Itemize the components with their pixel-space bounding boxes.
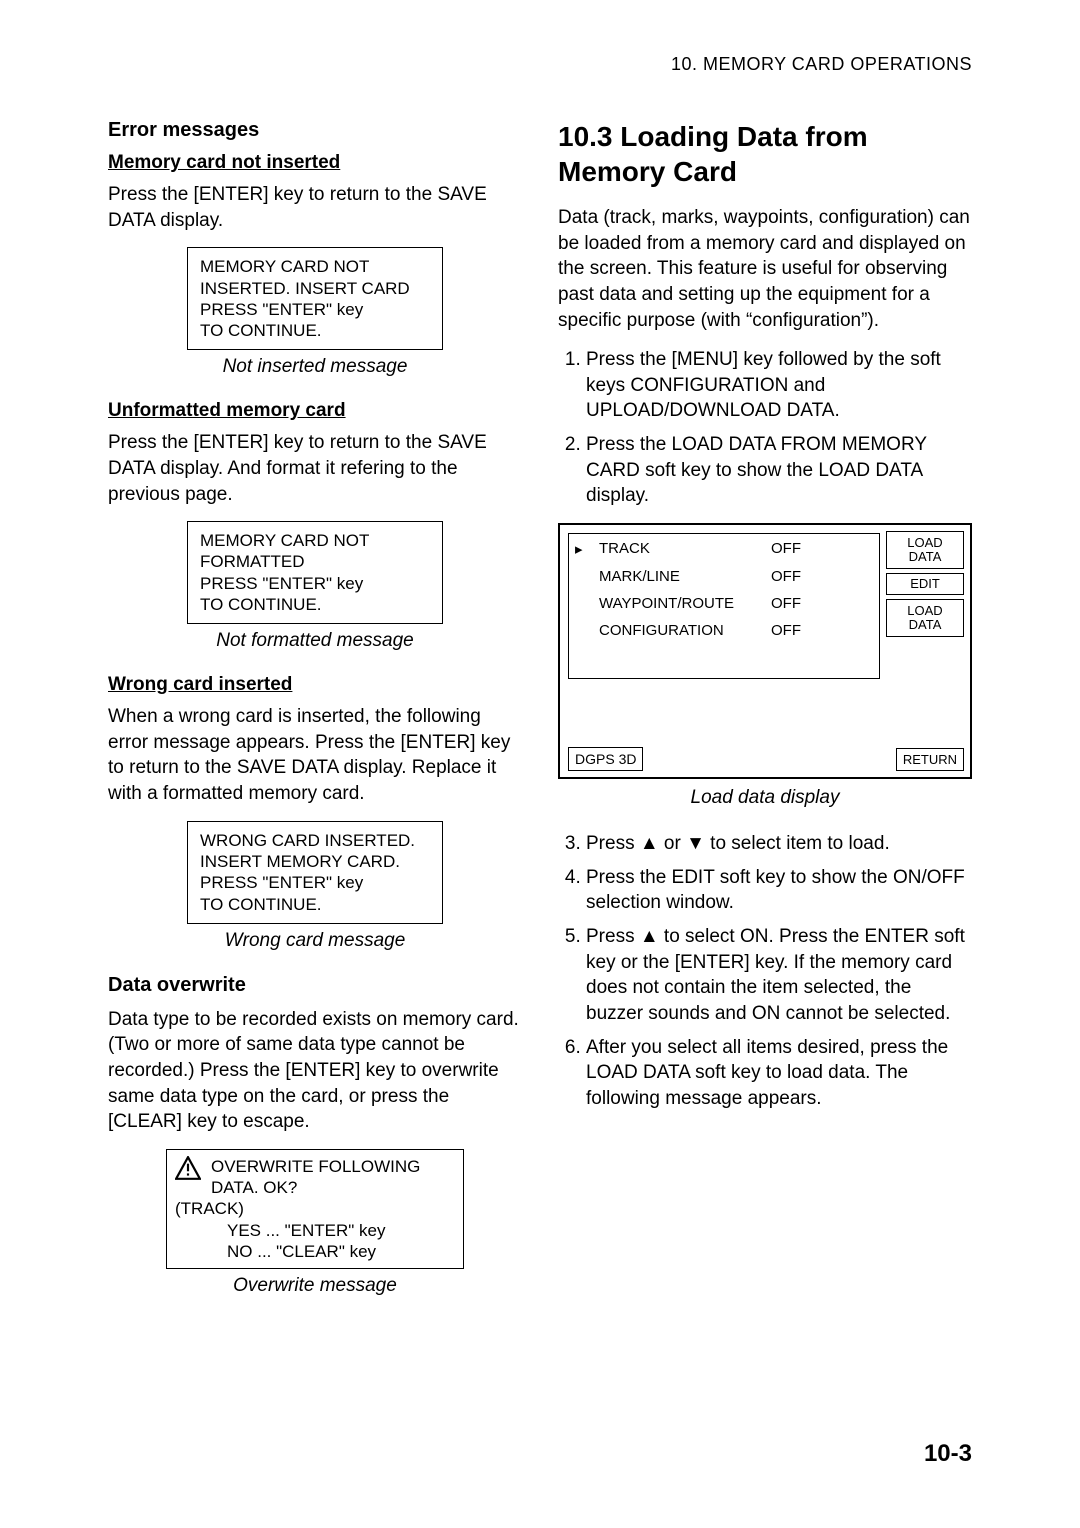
page-number: 10-3 <box>924 1440 972 1468</box>
load-value: OFF <box>771 595 801 612</box>
load-list: ▸ TRACK OFF MARK/LINE OFF WAYPOINT/ROUTE… <box>568 533 880 679</box>
step-item: Press the [MENU] key followed by the sof… <box>586 347 972 424</box>
caption-unformatted: Not formatted message <box>108 630 522 652</box>
msg-line: WRONG CARD INSERTED. <box>200 830 430 851</box>
step-item: Press the LOAD DATA FROM MEMORY CARD sof… <box>586 432 972 509</box>
load-row: WAYPOINT/ROUTE OFF <box>575 595 871 612</box>
caption-wrong-card: Wrong card message <box>108 930 522 952</box>
para-overwrite: Data type to be recorded exists on memor… <box>108 1007 522 1135</box>
load-row: MARK/LINE OFF <box>575 568 871 585</box>
softkey-edit[interactable]: EDIT <box>886 573 964 595</box>
section-title: 10.3 Loading Data from Memory Card <box>558 119 972 189</box>
para-not-inserted: Press the [ENTER] key to return to the S… <box>108 182 522 233</box>
step-item: After you select all items desired, pres… <box>586 1035 972 1112</box>
softkey-load-data-2[interactable]: LOAD DATA <box>886 599 964 637</box>
msg-line: MEMORY CARD NOT <box>200 256 430 277</box>
softkey-label: EDIT <box>910 576 940 591</box>
left-column: Error messages Memory card not inserted … <box>108 119 522 1319</box>
msg-line: PRESS "ENTER" key <box>200 299 430 320</box>
load-row: CONFIGURATION OFF <box>575 622 871 639</box>
load-data-display: ▸ TRACK OFF MARK/LINE OFF WAYPOINT/ROUTE… <box>558 523 972 779</box>
msg-line: (TRACK) <box>175 1198 455 1219</box>
right-column: 10.3 Loading Data from Memory Card Data … <box>558 119 972 1319</box>
softkey-label: LOAD <box>889 536 961 550</box>
caption-load-display: Load data display <box>558 787 972 809</box>
msg-line: TO CONTINUE. <box>200 894 430 915</box>
softkey-return[interactable]: RETURN <box>896 748 964 771</box>
load-value: OFF <box>771 568 801 585</box>
load-label: MARK/LINE <box>599 568 759 585</box>
msg-line: YES ... "ENTER" key <box>175 1220 455 1241</box>
heading-not-inserted: Memory card not inserted <box>108 152 522 174</box>
step-item: Press ▲ to select ON. Press the ENTER so… <box>586 924 972 1027</box>
heading-wrong-card: Wrong card inserted <box>108 674 522 696</box>
softkey-load-data[interactable]: LOAD DATA <box>886 531 964 569</box>
step-item: Press ▲ or ▼ to select item to load. <box>586 831 972 857</box>
step-item: Press the EDIT soft key to show the ON/O… <box>586 865 972 916</box>
msg-line: TO CONTINUE. <box>200 594 430 615</box>
running-header: 10. MEMORY CARD OPERATIONS <box>108 54 972 75</box>
caption-overwrite: Overwrite message <box>108 1275 522 1297</box>
msgbox-unformatted: MEMORY CARD NOT FORMATTED PRESS "ENTER" … <box>187 521 443 624</box>
cursor-icon: ▸ <box>575 540 585 558</box>
status-box: DGPS 3D <box>568 747 643 771</box>
load-value: OFF <box>771 540 801 558</box>
warning-icon <box>175 1156 201 1185</box>
msgbox-overwrite: OVERWRITE FOLLOWING DATA. OK? (TRACK) YE… <box>166 1149 464 1269</box>
msg-line: INSERTED. INSERT CARD <box>200 278 430 299</box>
msg-line: NO ... "CLEAR" key <box>175 1241 455 1262</box>
msg-line: MEMORY CARD NOT <box>200 530 430 551</box>
load-label: CONFIGURATION <box>599 622 759 639</box>
heading-error-messages: Error messages <box>108 119 522 142</box>
msg-line: PRESS "ENTER" key <box>200 573 430 594</box>
softkeys: LOAD DATA EDIT LOAD DATA <box>886 531 964 637</box>
para-unformatted: Press the [ENTER] key to return to the S… <box>108 430 522 507</box>
load-label: WAYPOINT/ROUTE <box>599 595 759 612</box>
msg-line: TO CONTINUE. <box>200 320 430 341</box>
load-row: ▸ TRACK OFF <box>575 540 871 558</box>
msg-line: PRESS "ENTER" key <box>200 872 430 893</box>
softkey-label: DATA <box>889 550 961 564</box>
msg-line: DATA. OK? <box>211 1177 420 1198</box>
load-value: OFF <box>771 622 801 639</box>
para-wrong-card: When a wrong card is inserted, the follo… <box>108 704 522 807</box>
cursor-spacer <box>575 568 585 585</box>
msg-line: FORMATTED <box>200 551 430 572</box>
steps-list-b: Press ▲ or ▼ to select item to load. Pre… <box>558 831 972 1111</box>
steps-list-a: Press the [MENU] key followed by the sof… <box>558 347 972 509</box>
load-label: TRACK <box>599 540 759 558</box>
msg-line: INSERT MEMORY CARD. <box>200 851 430 872</box>
softkey-label: DATA <box>889 618 961 632</box>
cursor-spacer <box>575 622 585 639</box>
msgbox-not-inserted: MEMORY CARD NOT INSERTED. INSERT CARD PR… <box>187 247 443 350</box>
softkey-label: LOAD <box>889 604 961 618</box>
msgbox-wrong-card: WRONG CARD INSERTED. INSERT MEMORY CARD.… <box>187 821 443 924</box>
heading-unformatted: Unformatted memory card <box>108 400 522 422</box>
cursor-spacer <box>575 595 585 612</box>
caption-not-inserted: Not inserted message <box>108 356 522 378</box>
para-intro: Data (track, marks, waypoints, configura… <box>558 205 972 333</box>
msg-line: OVERWRITE FOLLOWING <box>211 1156 420 1177</box>
heading-data-overwrite: Data overwrite <box>108 974 522 997</box>
